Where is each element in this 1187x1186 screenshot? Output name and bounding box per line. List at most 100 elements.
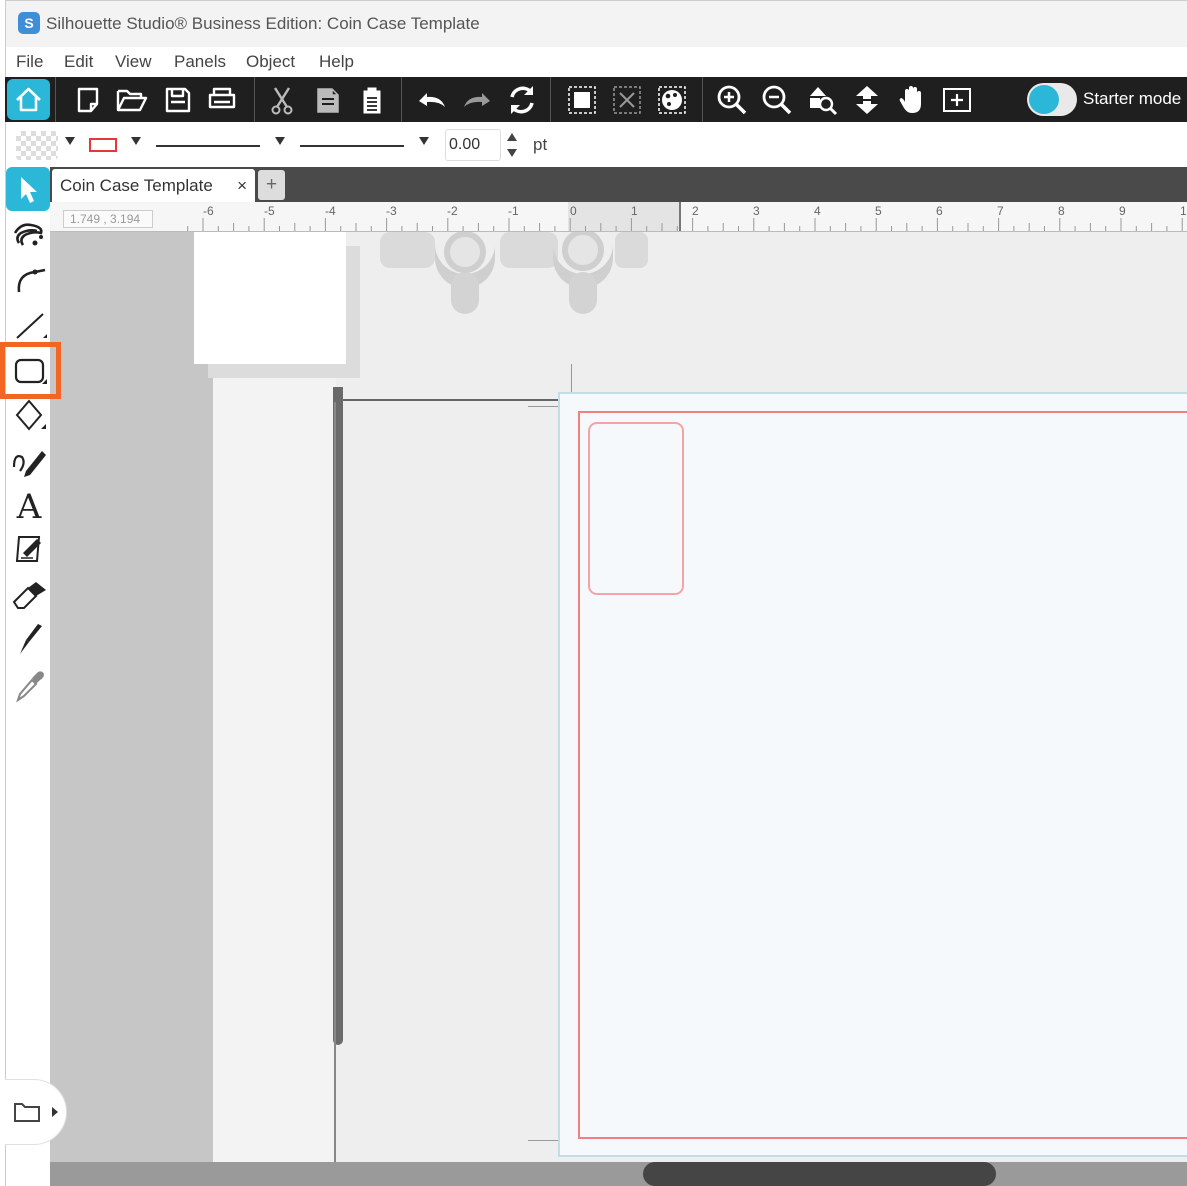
machine-body-area: [213, 232, 336, 1162]
zoom-in-button[interactable]: [715, 83, 749, 117]
ruler-label: -1: [508, 204, 519, 218]
undo-button[interactable]: [415, 83, 449, 117]
menu-view[interactable]: View: [115, 52, 152, 72]
group-icon: [568, 86, 596, 114]
line-style-dropdown-arrow-icon[interactable]: [275, 137, 285, 145]
compound-path-button[interactable]: [655, 83, 689, 117]
rectangle-tool-highlight: [0, 342, 61, 399]
polygon-tool[interactable]: [6, 393, 51, 437]
ruler-label: 1: [1180, 204, 1187, 218]
eraser-icon: [12, 582, 46, 609]
eraser-tool[interactable]: [6, 573, 51, 617]
registration-mark: [528, 406, 558, 407]
rounded-rectangle-shape[interactable]: [588, 422, 684, 595]
zoom-out-button[interactable]: [760, 83, 794, 117]
horizontal-scrollbar-thumb[interactable]: [643, 1162, 996, 1186]
starter-mode-label: Starter mode: [1083, 89, 1182, 108]
app-logo-icon: S: [18, 12, 40, 34]
point-edit-icon: [13, 223, 43, 246]
starter-mode-toggle[interactable]: [1027, 83, 1077, 116]
line-join-sample[interactable]: [300, 145, 404, 147]
menu-edit[interactable]: Edit: [64, 52, 93, 72]
menu-help[interactable]: Help: [319, 52, 354, 72]
ruler-label: 4: [814, 204, 821, 218]
line-width-spinner-icon[interactable]: [506, 130, 518, 160]
svg-text:A: A: [15, 487, 41, 523]
line-style-sample[interactable]: [156, 145, 260, 147]
ruler-label: 1: [631, 204, 638, 218]
mat-left-line: [334, 402, 336, 1162]
copy-icon: [317, 88, 339, 113]
machine-side-area: [50, 232, 213, 1162]
ungroup-icon: [613, 86, 641, 114]
fill-color-swatch[interactable]: [16, 131, 58, 160]
rotate-icon: [510, 86, 534, 114]
line-join-dropdown-arrow-icon[interactable]: [419, 137, 429, 145]
horizontal-scrollbar[interactable]: [50, 1162, 1187, 1186]
curve-tool[interactable]: [6, 257, 51, 301]
copy-button[interactable]: [310, 83, 344, 117]
group-button[interactable]: [565, 83, 599, 117]
text-icon: A: [15, 487, 41, 523]
save-button[interactable]: [161, 83, 195, 117]
pan-button[interactable]: [895, 83, 929, 117]
menu-object[interactable]: Object: [246, 52, 295, 72]
sketch-icon: [15, 536, 41, 562]
registration-mark: [571, 364, 572, 394]
home-icon: [16, 87, 41, 112]
fill-dropdown-arrow-icon[interactable]: [65, 137, 75, 145]
design-page[interactable]: [558, 392, 1187, 1157]
new-document-button[interactable]: [71, 83, 105, 117]
rotate-button[interactable]: [505, 83, 539, 117]
line-color-swatch[interactable]: [89, 138, 117, 152]
save-icon: [165, 87, 191, 113]
polygon-icon: [15, 399, 46, 431]
home-button[interactable]: [7, 79, 50, 120]
line-icon: [15, 313, 47, 339]
fit-to-page-icon: [856, 86, 878, 114]
ruler-label: -2: [447, 204, 458, 218]
line-color-dropdown-arrow-icon[interactable]: [131, 137, 141, 145]
add-page-button[interactable]: [940, 83, 974, 117]
title-bar: S Silhouette Studio® Business Edition: C…: [5, 0, 1187, 47]
library-panel-tab[interactable]: [5, 1079, 67, 1145]
point-edit-tool[interactable]: [6, 213, 51, 257]
open-button[interactable]: [115, 83, 149, 117]
ruler-label: 6: [936, 204, 943, 218]
menu-file[interactable]: File: [16, 52, 43, 72]
open-folder-icon: [116, 89, 148, 112]
menu-panels[interactable]: Panels: [174, 52, 226, 72]
new-document-icon: [77, 87, 99, 113]
select-tool[interactable]: [6, 167, 50, 211]
knife-tool[interactable]: [6, 617, 51, 661]
cut-button[interactable]: [265, 83, 299, 117]
redo-button[interactable]: [460, 83, 494, 117]
ruler-label: -4: [325, 204, 336, 218]
paste-button[interactable]: [355, 83, 389, 117]
sketch-tool[interactable]: [6, 527, 51, 571]
ruler-label: 8: [1058, 204, 1065, 218]
properties-bar: pt: [5, 122, 1187, 167]
draw-tool[interactable]: [6, 439, 51, 483]
curve-icon: [17, 268, 45, 293]
ungroup-button[interactable]: [610, 83, 644, 117]
mat-top-line: [343, 399, 558, 401]
text-tool[interactable]: A: [6, 483, 51, 527]
line-tool[interactable]: [6, 303, 51, 347]
machine-rollers-icon: [380, 232, 648, 314]
close-tab-icon[interactable]: ×: [237, 176, 247, 196]
zoom-in-icon: [717, 85, 747, 115]
fit-to-page-button[interactable]: [850, 83, 884, 117]
add-tab-button[interactable]: +: [258, 170, 285, 200]
zoom-selection-button[interactable]: [805, 83, 839, 117]
print-button[interactable]: [205, 83, 239, 117]
design-canvas[interactable]: [50, 232, 1187, 1162]
pan-hand-icon: [899, 86, 921, 113]
eyedropper-icon: [15, 671, 44, 703]
window-title: Silhouette Studio® Business Edition: Coi…: [46, 14, 480, 33]
line-width-input[interactable]: [445, 129, 501, 161]
document-tab-bar: Coin Case Template × +: [50, 167, 1187, 202]
eyedropper-tool[interactable]: [6, 663, 51, 707]
document-tab[interactable]: Coin Case Template ×: [52, 169, 255, 202]
ruler-label: 7: [997, 204, 1004, 218]
